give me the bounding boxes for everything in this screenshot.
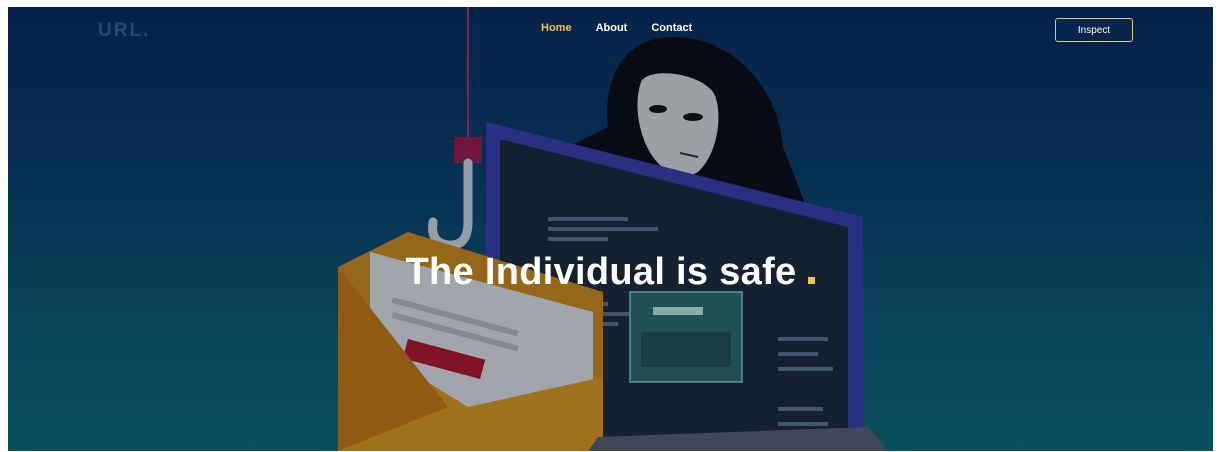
- dark-overlay: [8, 7, 1213, 451]
- accent-dot: [808, 277, 816, 284]
- nav-link-contact[interactable]: Contact: [651, 22, 692, 34]
- hero-headline: The Individual is safe: [8, 251, 1213, 294]
- hero-section: URL. Home About Contact Inspect The Indi…: [8, 7, 1213, 451]
- nav-link-about[interactable]: About: [596, 22, 628, 34]
- top-navbar: URL. Home About Contact Inspect: [8, 7, 1213, 53]
- nav-links: Home About Contact: [541, 22, 692, 34]
- site-logo[interactable]: URL.: [98, 20, 150, 42]
- inspect-button[interactable]: Inspect: [1055, 18, 1133, 42]
- hero-headline-text: The Individual is safe: [405, 251, 797, 293]
- nav-link-home[interactable]: Home: [541, 22, 572, 34]
